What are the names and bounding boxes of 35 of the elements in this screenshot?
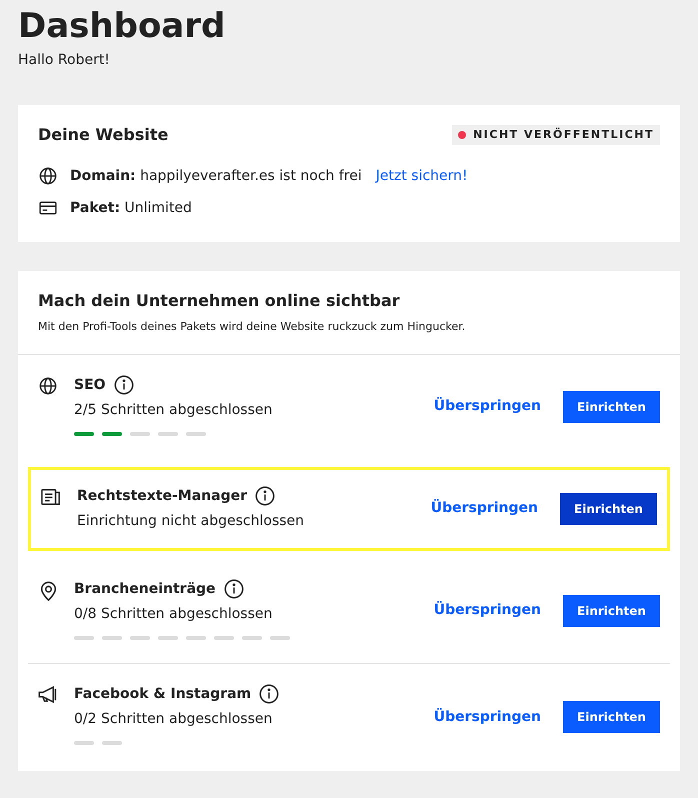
status-label: NICHT VERÖFFENTLICHT: [473, 126, 654, 143]
megaphone-icon: [38, 686, 58, 704]
task-progress-text: 2/5 Schritten abgeschlossen: [74, 400, 272, 420]
info-icon[interactable]: [259, 684, 280, 704]
task-progress-text: 0/8 Schritten abgeschlossen: [74, 604, 274, 624]
info-icon[interactable]: [224, 579, 244, 599]
card-title: Mach dein Unternehmen online sichtbar: [38, 290, 401, 312]
secure-domain-link[interactable]: Jetzt sichern!: [376, 166, 468, 186]
task-title: Rechtstexte-Manager: [77, 486, 247, 506]
info-text: Paket: Unlimited: [70, 198, 192, 218]
location-pin-icon: [40, 580, 56, 600]
card-subtitle: Mit den Profi-Tools deines Pakets wird deine Website ruckzuck zum Hingucker.: [38, 319, 466, 335]
setup-button[interactable]: Einrichten: [563, 594, 660, 626]
skip-button[interactable]: Überspringen: [434, 706, 541, 728]
skip-button[interactable]: Überspringen: [434, 600, 541, 621]
globe-icon: [39, 376, 57, 394]
document-icon: [41, 488, 61, 506]
setup-button[interactable]: Einrichten: [563, 390, 660, 422]
setup-button[interactable]: Einrichten: [560, 492, 657, 524]
setup-button[interactable]: Einrichten: [563, 701, 660, 733]
task-title: Facebook & Instagram: [74, 684, 252, 704]
task-title: Brancheneinträge: [74, 580, 216, 598]
card-title: Deine Website: [38, 124, 168, 146]
globe-icon: [39, 167, 57, 185]
info-icon[interactable]: [255, 486, 275, 506]
task-progress-text: Einrichtung nicht abgeschlossen: [77, 512, 304, 530]
card-icon: [39, 201, 57, 215]
greeting: Hallo Robert!: [18, 51, 110, 70]
info-icon[interactable]: [114, 375, 134, 395]
info-text: Domain: happilyeverafter.es ist noch frei: [70, 166, 362, 186]
page-title: Dashboard: [18, 5, 226, 48]
task-title: SEO: [74, 376, 106, 394]
task-progress-text: 0/2 Schritten abgeschlossen: [74, 710, 274, 728]
skip-button[interactable]: Überspringen: [430, 498, 538, 519]
skip-button[interactable]: Überspringen: [434, 396, 541, 417]
